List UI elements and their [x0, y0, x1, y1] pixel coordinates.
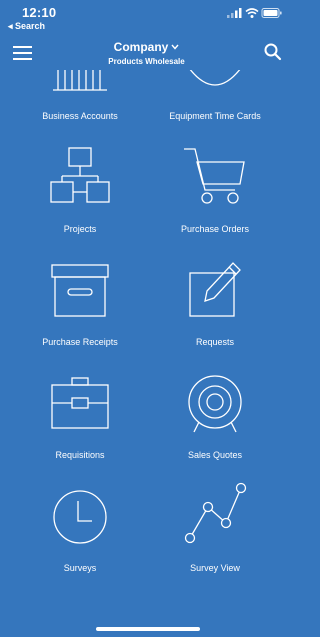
hamburger-menu-icon[interactable] — [12, 44, 34, 62]
shopping-cart-icon — [184, 148, 245, 204]
briefcase-icon — [51, 377, 109, 429]
tile-projects[interactable]: Projects — [7, 146, 153, 241]
tile-label: Surveys — [63, 563, 97, 573]
tile-label: Equipment Time Cards — [169, 111, 261, 121]
tile-purchase-receipts[interactable]: Purchase Receipts — [7, 259, 153, 354]
tile-business-accounts[interactable]: Business Accounts — [7, 70, 153, 130]
tile-label: Purchase Receipts — [42, 337, 118, 347]
org-chart-icon — [50, 147, 110, 203]
tile-label: Requests — [195, 337, 235, 347]
tile-surveys[interactable]: Surveys — [7, 485, 153, 580]
tile-sales-quotes[interactable]: Sales Quotes — [142, 374, 288, 469]
tile-equipment-time-cards[interactable]: Equipment Time Cards — [142, 70, 288, 130]
back-to-search-link[interactable]: ◂ Search — [8, 21, 45, 32]
tile-label: Purchase Orders — [180, 224, 250, 234]
tile-label: Business Accounts — [42, 111, 118, 121]
tile-label: Sales Quotes — [187, 450, 243, 460]
archive-box-icon — [51, 264, 109, 317]
nav-bar: Company Products Wholesale — [0, 36, 293, 70]
tile-label: Requisitions — [55, 450, 105, 460]
tile-requests[interactable]: Requests — [142, 259, 288, 354]
search-icon[interactable] — [263, 42, 283, 62]
chevron-down-icon — [171, 44, 179, 50]
status-time: 12:10 — [22, 5, 57, 20]
tile-label: Projects — [63, 224, 97, 234]
company-title: Company — [113, 40, 169, 54]
tile-survey-view[interactable]: Survey View — [142, 482, 288, 580]
battery-icon — [261, 8, 282, 18]
line-chart-icon — [184, 482, 247, 544]
status-bar: 12:10 ◂ Search — [0, 0, 293, 36]
signal-icon — [227, 8, 242, 18]
home-indicator[interactable] — [96, 627, 200, 631]
company-subtitle: Products Wholesale — [108, 57, 185, 66]
tile-requisitions[interactable]: Requisitions — [7, 374, 153, 469]
tiles-grid: Business Accounts Equipment Time Cards P… — [0, 70, 293, 626]
wifi-icon — [245, 8, 259, 18]
business-accounts-icon — [53, 70, 107, 91]
pencil-note-icon — [189, 262, 241, 317]
tile-label: Survey View — [190, 563, 240, 573]
clock-icon — [53, 490, 107, 544]
tile-purchase-orders[interactable]: Purchase Orders — [142, 146, 288, 241]
target-icon — [188, 375, 242, 433]
status-icons — [227, 8, 282, 18]
equipment-time-cards-icon — [189, 70, 241, 86]
company-switcher[interactable]: Company Products Wholesale — [60, 38, 233, 66]
app-screen: 12:10 ◂ Search Company Products Wholesal… — [0, 0, 293, 637]
